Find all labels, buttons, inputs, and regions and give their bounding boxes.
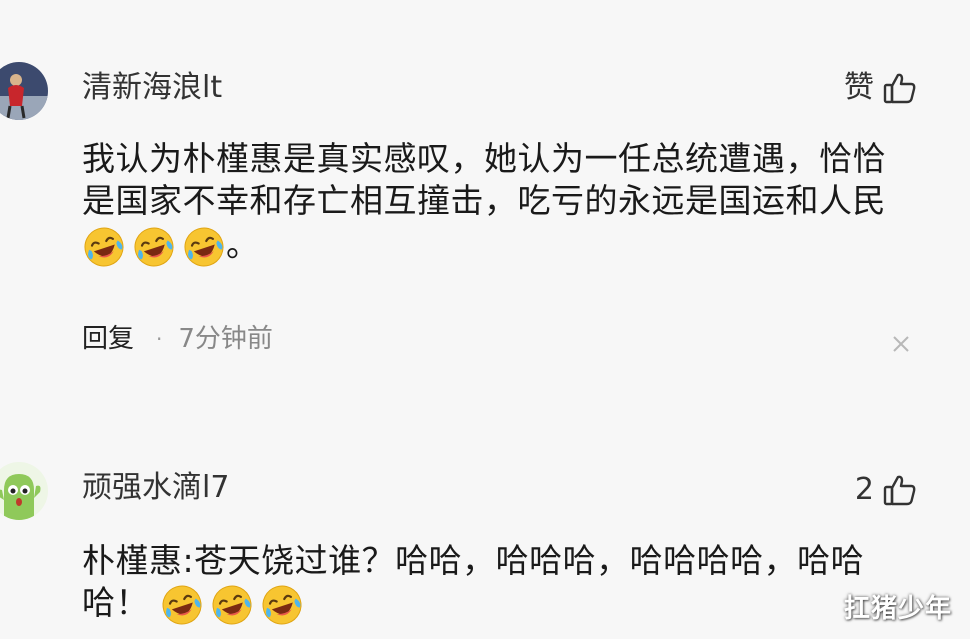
avatar[interactable] (0, 462, 48, 520)
thumbs-up-icon (882, 472, 918, 508)
text-tail: 。 (226, 225, 260, 264)
laughing-crying-emoji-icon (132, 225, 176, 269)
thumbs-up-icon (882, 70, 918, 106)
timestamp: 7分钟前 (178, 324, 273, 354)
emoji-line: 。 (82, 224, 932, 269)
comment-text-line: 朴槿惠:苍天饶过谁？哈哈，哈哈哈，哈哈哈哈，哈哈 (82, 541, 865, 580)
reply-button[interactable]: 回复 (82, 323, 134, 355)
comment-text-line: 哈！ (82, 583, 149, 622)
comment-text: 我认为朴槿惠是真实感叹，她认为一任总统遭遇，恰恰 是国家不幸和存亡相互撞击，吃亏… (82, 138, 932, 269)
avatar[interactable] (0, 62, 48, 120)
watermark: 扛猪少年 (843, 594, 952, 624)
laughing-crying-emoji-icon (260, 583, 304, 627)
like-button[interactable]: 赞 (844, 70, 918, 106)
like-button[interactable]: 2 (855, 472, 918, 508)
like-count: 2 (854, 472, 874, 507)
emoji-group (160, 583, 304, 627)
comment-text: 朴槿惠:苍天饶过谁？哈哈，哈哈哈，哈哈哈哈，哈哈 哈！ (82, 540, 932, 627)
emoji-line: 哈！ (82, 582, 932, 627)
emoji-group (82, 225, 226, 269)
close-icon[interactable] (890, 333, 912, 355)
separator-dot: · (156, 327, 163, 351)
comment-text-line: 是国家不幸和存亡相互撞击，吃亏的永远是国运和人民 (82, 181, 886, 220)
comment-text-line: 我认为朴槿惠是真实感叹，她认为一任总统遭遇，恰恰 (82, 139, 886, 178)
laughing-crying-emoji-icon (82, 225, 126, 269)
like-label: 赞 (844, 70, 874, 105)
laughing-crying-emoji-icon (182, 225, 226, 269)
username[interactable]: 清新海浪lt (82, 70, 222, 106)
comment-meta: 回复 · 7分钟前 (82, 323, 273, 355)
laughing-crying-emoji-icon (160, 583, 204, 627)
laughing-crying-emoji-icon (210, 583, 254, 627)
username[interactable]: 顽强水滴l7 (82, 470, 229, 506)
